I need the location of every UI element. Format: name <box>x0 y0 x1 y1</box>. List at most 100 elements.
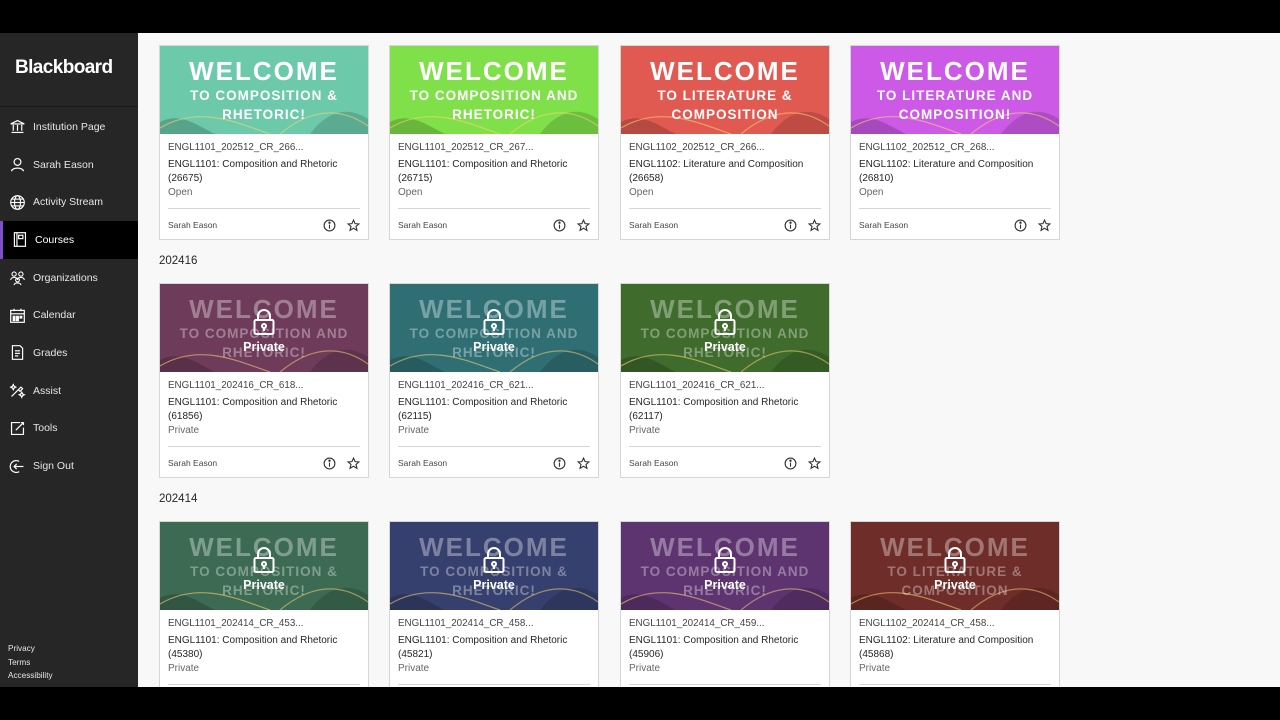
course-banner[interactable]: WELCOME TO LITERATURE & COMPOSITION <box>621 46 829 134</box>
banner-subtitle-2: RHETORIC! <box>452 107 536 122</box>
course-title[interactable]: ENGL1102: Literature and Composition (26… <box>629 158 821 186</box>
favorite-star-icon[interactable] <box>577 456 590 470</box>
instructor-name[interactable]: Sarah Eason <box>168 220 312 230</box>
banner-subtitle-2: COMPOSITION! <box>898 107 1012 122</box>
course-banner[interactable]: WELCOME TO LITERATURE & COMPOSITION Private <box>851 522 1059 610</box>
instructor-name[interactable]: Sarah Eason <box>398 220 542 230</box>
course-code: ENGL1101_202512_CR_266... <box>168 142 304 153</box>
info-icon[interactable] <box>323 219 336 232</box>
sidebar-item-calendar[interactable]: Calendar <box>0 296 138 334</box>
course-banner[interactable]: WELCOME TO COMPOSITION & RHETORIC! <box>160 46 368 134</box>
course-card[interactable]: WELCOME TO COMPOSITION & RHETORIC! Private E… <box>159 521 369 687</box>
course-card[interactable]: WELCOME TO COMPOSITION AND RHETORIC! Privat… <box>389 283 599 478</box>
course-status: Open <box>629 187 654 198</box>
banner-text: WELCOME TO COMPOSITION AND RHETORIC! <box>390 56 598 124</box>
info-icon[interactable] <box>323 457 336 470</box>
course-code: ENGL1101_202512_CR_267... <box>398 142 534 153</box>
course-title[interactable]: ENGL1101: Composition and Rhetoric (6185… <box>168 396 360 424</box>
course-card[interactable]: WELCOME TO LITERATURE & COMPOSITION ENGL110… <box>620 45 830 240</box>
course-code: ENGL1101_202414_CR_459... <box>629 618 765 629</box>
course-card[interactable]: WELCOME TO LITERATURE AND COMPOSITION! ENGL… <box>850 45 1060 240</box>
course-title[interactable]: ENGL1101: Composition and Rhetoric (6211… <box>629 396 821 424</box>
info-icon[interactable] <box>784 457 797 470</box>
course-card[interactable]: WELCOME TO COMPOSITION AND RHETORIC! Privat… <box>159 283 369 478</box>
banner-subtitle: TO COMPOSITION & <box>190 88 338 103</box>
course-banner[interactable]: WELCOME TO COMPOSITION AND RHETORIC! Privat… <box>621 284 829 372</box>
calendar-icon <box>8 306 26 324</box>
banner-text: WELCOME TO COMPOSITION & RHETORIC! <box>160 56 368 124</box>
sidebar-item-institution-page[interactable]: Institution Page <box>0 108 138 146</box>
sidebar-item-label: Tools <box>33 422 58 435</box>
info-icon[interactable] <box>553 457 566 470</box>
lock-icon <box>252 302 276 340</box>
course-card[interactable]: WELCOME TO COMPOSITION AND RHETORIC! Privat… <box>620 521 830 687</box>
private-overlay: Private <box>851 522 1059 610</box>
top-letterbox <box>0 0 1280 33</box>
assist-icon <box>8 382 26 400</box>
course-title[interactable]: ENGL1101: Composition and Rhetoric (2671… <box>398 158 590 186</box>
course-banner[interactable]: WELCOME TO COMPOSITION & RHETORIC! Private <box>390 522 598 610</box>
course-card[interactable]: WELCOME TO COMPOSITION & RHETORIC! ENGL1101… <box>159 45 369 240</box>
favorite-star-icon[interactable] <box>808 456 821 470</box>
course-info: ENGL1102_202414_CR_458... ENGL1102: Liter… <box>851 610 1059 682</box>
favorite-star-icon[interactable] <box>1038 218 1051 232</box>
institution-icon <box>8 118 26 136</box>
sidebar-item-assist[interactable]: Assist <box>0 372 138 410</box>
sidebar-item-label: Calendar <box>33 309 76 322</box>
sidebar-item-tools[interactable]: Tools <box>0 410 138 448</box>
course-status: Private <box>629 425 661 436</box>
instructor-name[interactable]: Sarah Eason <box>629 220 773 230</box>
course-title[interactable]: ENGL1101: Composition and Rhetoric (6211… <box>398 396 590 424</box>
info-icon[interactable] <box>784 219 797 232</box>
card-divider <box>168 446 360 447</box>
course-title[interactable]: ENGL1101: Composition and Rhetoric (4590… <box>629 634 821 662</box>
sidebar-item-organizations[interactable]: Organizations <box>0 259 138 297</box>
course-banner[interactable]: WELCOME TO COMPOSITION AND RHETORIC! Privat… <box>390 284 598 372</box>
banner-welcome: WELCOME <box>419 56 569 86</box>
info-icon[interactable] <box>1014 219 1027 232</box>
terms-link[interactable]: Terms <box>8 656 53 670</box>
favorite-star-icon[interactable] <box>347 456 360 470</box>
sidebar-nav: Institution Page Sarah Eason Activity Stre… <box>0 108 138 485</box>
banner-subtitle-2: COMPOSITION <box>671 107 779 122</box>
course-title[interactable]: ENGL1102: Literature and Composition (45… <box>859 634 1051 662</box>
course-title[interactable]: ENGL1101: Composition and Rhetoric (4582… <box>398 634 590 662</box>
sign-out-icon <box>8 457 26 475</box>
card-divider <box>398 208 590 209</box>
instructor-name[interactable]: Sarah Eason <box>629 458 773 468</box>
course-banner[interactable]: WELCOME TO COMPOSITION AND RHETORIC! Privat… <box>621 522 829 610</box>
course-title[interactable]: ENGL1102: Literature and Composition (26… <box>859 158 1051 186</box>
favorite-star-icon[interactable] <box>347 218 360 232</box>
accessibility-link[interactable]: Accessibility <box>8 669 53 683</box>
course-title[interactable]: ENGL1101: Composition and Rhetoric (2667… <box>168 158 360 186</box>
course-banner[interactable]: WELCOME TO LITERATURE AND COMPOSITION! <box>851 46 1059 134</box>
course-banner[interactable]: WELCOME TO COMPOSITION AND RHETORIC! Privat… <box>160 284 368 372</box>
course-card[interactable]: WELCOME TO COMPOSITION AND RHETORIC! ENGL11… <box>389 45 599 240</box>
course-code: ENGL1102_202512_CR_266... <box>629 142 765 153</box>
blackboard-logo[interactable]: Blackboard <box>15 57 113 79</box>
course-status: Private <box>629 663 661 674</box>
banner-subtitle: TO LITERATURE AND <box>876 88 1034 103</box>
favorite-star-icon[interactable] <box>577 218 590 232</box>
sidebar-item-sarah-eason[interactable]: Sarah Eason <box>0 146 138 184</box>
course-banner[interactable]: WELCOME TO COMPOSITION AND RHETORIC! <box>390 46 598 134</box>
course-banner[interactable]: WELCOME TO COMPOSITION & RHETORIC! Private <box>160 522 368 610</box>
info-icon[interactable] <box>553 219 566 232</box>
course-card[interactable]: WELCOME TO COMPOSITION AND RHETORIC! Privat… <box>620 283 830 478</box>
course-card[interactable]: WELCOME TO COMPOSITION & RHETORIC! Private E… <box>389 521 599 687</box>
sidebar-item-courses[interactable]: Courses <box>0 221 138 259</box>
sidebar-item-sign-out[interactable]: Sign Out <box>0 447 138 485</box>
instructor-name[interactable]: Sarah Eason <box>168 458 312 468</box>
course-card[interactable]: WELCOME TO LITERATURE & COMPOSITION Private… <box>850 521 1060 687</box>
lock-icon <box>713 302 737 340</box>
course-title[interactable]: ENGL1101: Composition and Rhetoric (4538… <box>168 634 360 662</box>
favorite-star-icon[interactable] <box>808 218 821 232</box>
privacy-link[interactable]: Privacy <box>8 642 53 656</box>
lock-icon <box>482 302 506 340</box>
sidebar: Blackboard Institution Page Sarah Eason Ac… <box>0 33 138 687</box>
sidebar-item-activity-stream[interactable]: Activity Stream <box>0 183 138 221</box>
instructor-name[interactable]: Sarah Eason <box>398 458 542 468</box>
instructor-name[interactable]: Sarah Eason <box>859 220 1003 230</box>
sidebar-item-grades[interactable]: Grades <box>0 334 138 372</box>
course-info: ENGL1102_202512_CR_268... ENGL1102: Liter… <box>851 134 1059 206</box>
